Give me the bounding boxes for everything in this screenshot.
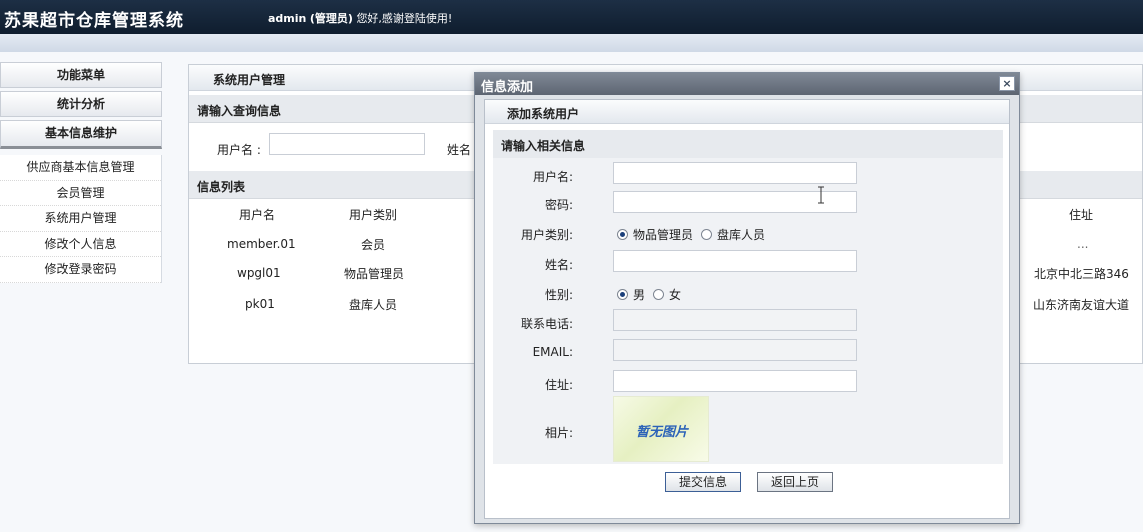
menu-statistics[interactable]: 统计分析 (0, 91, 162, 117)
row-username: pk01 (245, 297, 275, 311)
username-label: 用户名: (532, 170, 573, 184)
column-address: 住址 (1069, 208, 1094, 222)
greeting-text: 您好,感谢登陆使用! (356, 12, 453, 25)
name-label: 姓名: (544, 258, 573, 272)
row-user-type: 盘库人员 (349, 298, 398, 312)
dialog-header-title: 添加系统用户 (507, 107, 580, 121)
top-header: 苏果超市仓库管理系统 admin (管理员) 您好,感谢登陆使用! (0, 0, 1143, 34)
form-section-bar: 请输入相关信息 (493, 130, 1003, 158)
address-input[interactable] (613, 370, 857, 392)
user-type-options: 物品管理员 盘库人员 (617, 226, 773, 243)
query-section-title: 请输入查询信息 (197, 104, 282, 118)
photo-label: 相片: (544, 426, 573, 440)
address-label: 住址: (544, 378, 573, 392)
radio-inventory-staff[interactable] (701, 229, 713, 240)
row-username: wpgl01 (237, 266, 281, 280)
phone-input[interactable] (613, 309, 857, 331)
current-role: (管理员) (309, 12, 353, 25)
dialog-body: 添加系统用户 请输入相关信息 用户名: 密码: 用户类别: 物品管理员 盘库人员… (484, 99, 1010, 519)
user-type-label: 用户类别: (520, 228, 573, 242)
dialog-header: 添加系统用户 (485, 100, 1009, 124)
row-address: 北京中北三路346 (1034, 267, 1129, 281)
phone-label: 联系电话: (520, 317, 573, 331)
row-username: member.01 (227, 237, 296, 251)
back-button[interactable]: 返回上页 (757, 472, 833, 492)
row-user-type: 物品管理员 (344, 267, 405, 281)
email-label: EMAIL: (532, 345, 573, 359)
text-cursor-icon (818, 186, 824, 204)
submit-button[interactable]: 提交信息 (665, 472, 741, 492)
menu-function[interactable]: 功能菜单 (0, 62, 162, 88)
add-info-dialog: 信息添加 × 添加系统用户 请输入相关信息 用户名: 密码: 用户类别: 物品管… (474, 72, 1020, 524)
form-area: 用户名: 密码: 用户类别: 物品管理员 盘库人员 姓名: 性别: 男 女 联系… (493, 158, 1003, 464)
photo-placeholder-text: 暂无图片 (636, 425, 689, 440)
row-address: ... (1077, 237, 1089, 251)
name-input[interactable] (613, 250, 857, 272)
username-input[interactable] (613, 162, 857, 184)
dialog-titlebar[interactable]: 信息添加 × (475, 73, 1019, 95)
column-username: 用户名 (239, 208, 276, 222)
sidebar-item-password[interactable]: 修改登录密码 (0, 257, 161, 283)
form-section-title: 请输入相关信息 (501, 139, 586, 153)
welcome-message: admin (管理员) 您好,感谢登陆使用! (268, 10, 452, 26)
query-name-label: 姓名 (447, 143, 472, 157)
gender-label: 性别: (544, 288, 573, 302)
column-user-type: 用户类别 (349, 208, 398, 222)
radio-male-label: 男 (633, 288, 646, 302)
query-username-input[interactable] (269, 133, 425, 155)
sidebar-item-profile[interactable]: 修改个人信息 (0, 232, 161, 258)
sub-header-bar (0, 34, 1143, 52)
page-title: 系统用户管理 (213, 73, 286, 87)
radio-goods-manager-label: 物品管理员 (633, 228, 694, 242)
close-icon[interactable]: × (999, 76, 1015, 91)
row-address: 山东济南友谊大道 (1033, 298, 1130, 312)
radio-female-label: 女 (669, 288, 682, 302)
dialog-title: 信息添加 (481, 80, 534, 95)
query-username-label: 用户名 : (217, 143, 261, 157)
menu-basic-info[interactable]: 基本信息维护 (0, 120, 162, 149)
email-input[interactable] (613, 339, 857, 361)
sidebar-item-member[interactable]: 会员管理 (0, 181, 161, 207)
sidebar-item-supplier[interactable]: 供应商基本信息管理 (0, 155, 161, 181)
list-section-title: 信息列表 (197, 180, 246, 194)
photo-placeholder: 暂无图片 (613, 396, 709, 462)
sidebar-item-system-user[interactable]: 系统用户管理 (0, 206, 161, 232)
sidebar-submenu: 供应商基本信息管理 会员管理 系统用户管理 修改个人信息 修改登录密码 (0, 155, 162, 283)
radio-female[interactable] (653, 289, 665, 300)
current-user: admin (268, 12, 307, 25)
app-title: 苏果超市仓库管理系统 (4, 11, 184, 31)
row-user-type: 会员 (361, 238, 386, 252)
radio-goods-manager[interactable] (617, 229, 628, 240)
radio-inventory-staff-label: 盘库人员 (717, 228, 766, 242)
password-label: 密码: (544, 198, 573, 212)
gender-options: 男 女 (617, 286, 689, 303)
radio-male[interactable] (617, 289, 628, 300)
